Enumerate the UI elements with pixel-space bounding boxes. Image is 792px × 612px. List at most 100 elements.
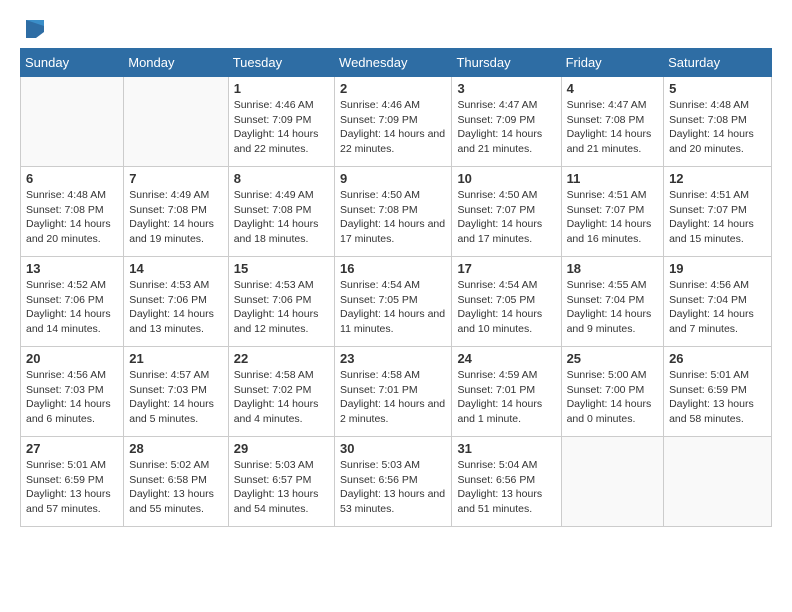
day-info: Sunrise: 4:53 AMSunset: 7:06 PMDaylight:… [129,278,222,337]
day-number: 4 [567,81,659,96]
day-number: 22 [234,351,329,366]
day-info: Sunrise: 4:46 AMSunset: 7:09 PMDaylight:… [340,98,446,157]
day-info: Sunrise: 4:54 AMSunset: 7:05 PMDaylight:… [457,278,555,337]
day-number: 9 [340,171,446,186]
calendar-cell: 9Sunrise: 4:50 AMSunset: 7:08 PMDaylight… [335,167,452,257]
day-number: 12 [669,171,766,186]
day-info: Sunrise: 5:01 AMSunset: 6:59 PMDaylight:… [669,368,766,427]
calendar-cell [124,77,228,167]
day-number: 26 [669,351,766,366]
calendar-cell: 26 Sunrise: 5:01 AMSunset: 6:59 PMDayligh… [664,347,772,437]
calendar-cell: 18 Sunrise: 4:55 AMSunset: 7:04 PMDayligh… [561,257,664,347]
calendar-cell: 6 Sunrise: 4:48 AMSunset: 7:08 PMDaylight… [21,167,124,257]
day-info: Sunrise: 4:51 AMSunset: 7:07 PMDaylight:… [567,188,659,247]
day-info: Sunrise: 4:52 AMSunset: 7:06 PMDaylight:… [26,278,118,337]
calendar-cell: 21 Sunrise: 4:57 AMSunset: 7:03 PMDayligh… [124,347,228,437]
day-number: 11 [567,171,659,186]
day-info: Sunrise: 5:04 AMSunset: 6:56 PMDaylight:… [457,458,555,517]
page-header [20,20,772,38]
day-info: Sunrise: 4:53 AMSunset: 7:06 PMDaylight:… [234,278,329,337]
calendar-cell: 20Sunrise: 4:56 AMSunset: 7:03 PMDayligh… [21,347,124,437]
calendar-cell: 2 Sunrise: 4:46 AMSunset: 7:09 PMDaylight… [335,77,452,167]
day-info: Sunrise: 4:51 AMSunset: 7:07 PMDaylight:… [669,188,766,247]
calendar-cell: 13 Sunrise: 4:52 AMSunset: 7:06 PMDayligh… [21,257,124,347]
col-header-wednesday: Wednesday [335,49,452,77]
calendar-week-5: 27 Sunrise: 5:01 AMSunset: 6:59 PMDayligh… [21,437,772,527]
day-info: Sunrise: 4:48 AMSunset: 7:08 PMDaylight:… [669,98,766,157]
day-number: 21 [129,351,222,366]
day-info: Sunrise: 4:57 AMSunset: 7:03 PMDaylight:… [129,368,222,427]
calendar-cell: 17 Sunrise: 4:54 AMSunset: 7:05 PMDayligh… [452,257,561,347]
day-info: Sunrise: 5:03 AMSunset: 6:57 PMDaylight:… [234,458,329,517]
calendar-week-4: 20Sunrise: 4:56 AMSunset: 7:03 PMDayligh… [21,347,772,437]
calendar-header-row: SundayMondayTuesdayWednesdayThursdayFrid… [21,49,772,77]
col-header-friday: Friday [561,49,664,77]
day-number: 25 [567,351,659,366]
day-number: 28 [129,441,222,456]
day-info: Sunrise: 4:59 AMSunset: 7:01 PMDaylight:… [457,368,555,427]
day-info: Sunrise: 4:58 AMSunset: 7:01 PMDaylight:… [340,368,446,427]
day-number: 29 [234,441,329,456]
day-number: 17 [457,261,555,276]
calendar-cell: 12 Sunrise: 4:51 AMSunset: 7:07 PMDayligh… [664,167,772,257]
day-info: Sunrise: 4:58 AMSunset: 7:02 PMDaylight:… [234,368,329,427]
calendar-cell: 10 Sunrise: 4:50 AMSunset: 7:07 PMDayligh… [452,167,561,257]
calendar-cell: 4 Sunrise: 4:47 AMSunset: 7:08 PMDaylight… [561,77,664,167]
calendar-cell: 16Sunrise: 4:54 AMSunset: 7:05 PMDayligh… [335,257,452,347]
day-number: 20 [26,351,118,366]
calendar-cell [664,437,772,527]
day-number: 3 [457,81,555,96]
day-number: 13 [26,261,118,276]
day-info: Sunrise: 4:56 AMSunset: 7:04 PMDaylight:… [669,278,766,337]
calendar-cell: 25 Sunrise: 5:00 AMSunset: 7:00 PMDayligh… [561,347,664,437]
calendar-cell: 30 Sunrise: 5:03 AMSunset: 6:56 PMDayligh… [335,437,452,527]
col-header-tuesday: Tuesday [228,49,334,77]
calendar-cell [21,77,124,167]
day-info: Sunrise: 4:50 AMSunset: 7:07 PMDaylight:… [457,188,555,247]
day-number: 18 [567,261,659,276]
day-number: 19 [669,261,766,276]
day-number: 5 [669,81,766,96]
day-info: Sunrise: 5:01 AMSunset: 6:59 PMDaylight:… [26,458,118,517]
calendar-cell: 19 Sunrise: 4:56 AMSunset: 7:04 PMDayligh… [664,257,772,347]
day-info: Sunrise: 4:47 AMSunset: 7:09 PMDaylight:… [457,98,555,157]
day-number: 31 [457,441,555,456]
calendar-cell: 31 Sunrise: 5:04 AMSunset: 6:56 PMDayligh… [452,437,561,527]
calendar-cell: 28 Sunrise: 5:02 AMSunset: 6:58 PMDayligh… [124,437,228,527]
day-number: 2 [340,81,446,96]
calendar-table: SundayMondayTuesdayWednesdayThursdayFrid… [20,48,772,527]
col-header-sunday: Sunday [21,49,124,77]
calendar-week-2: 6 Sunrise: 4:48 AMSunset: 7:08 PMDaylight… [21,167,772,257]
calendar-cell: 29 Sunrise: 5:03 AMSunset: 6:57 PMDayligh… [228,437,334,527]
day-info: Sunrise: 4:48 AMSunset: 7:08 PMDaylight:… [26,188,118,247]
day-info: Sunrise: 4:54 AMSunset: 7:05 PMDaylight:… [340,278,446,337]
calendar-cell: 24Sunrise: 4:59 AMSunset: 7:01 PMDayligh… [452,347,561,437]
day-number: 27 [26,441,118,456]
col-header-saturday: Saturday [664,49,772,77]
day-number: 14 [129,261,222,276]
col-header-thursday: Thursday [452,49,561,77]
day-info: Sunrise: 5:02 AMSunset: 6:58 PMDaylight:… [129,458,222,517]
calendar-week-1: 1 Sunrise: 4:46 AMSunset: 7:09 PMDaylight… [21,77,772,167]
day-number: 15 [234,261,329,276]
day-info: Sunrise: 5:00 AMSunset: 7:00 PMDaylight:… [567,368,659,427]
calendar-cell: 23Sunrise: 4:58 AMSunset: 7:01 PMDayligh… [335,347,452,437]
calendar-cell [561,437,664,527]
calendar-cell: 5 Sunrise: 4:48 AMSunset: 7:08 PMDaylight… [664,77,772,167]
day-info: Sunrise: 5:03 AMSunset: 6:56 PMDaylight:… [340,458,446,517]
logo [20,20,44,38]
calendar-week-3: 13 Sunrise: 4:52 AMSunset: 7:06 PMDayligh… [21,257,772,347]
calendar-cell: 8 Sunrise: 4:49 AMSunset: 7:08 PMDaylight… [228,167,334,257]
logo-icon [22,20,44,38]
day-number: 1 [234,81,329,96]
day-info: Sunrise: 4:46 AMSunset: 7:09 PMDaylight:… [234,98,329,157]
day-number: 30 [340,441,446,456]
day-info: Sunrise: 4:55 AMSunset: 7:04 PMDaylight:… [567,278,659,337]
day-number: 8 [234,171,329,186]
day-number: 10 [457,171,555,186]
day-info: Sunrise: 4:47 AMSunset: 7:08 PMDaylight:… [567,98,659,157]
day-number: 6 [26,171,118,186]
day-info: Sunrise: 4:49 AMSunset: 7:08 PMDaylight:… [234,188,329,247]
calendar-cell: 7Sunrise: 4:49 AMSunset: 7:08 PMDaylight… [124,167,228,257]
calendar-cell: 3 Sunrise: 4:47 AMSunset: 7:09 PMDaylight… [452,77,561,167]
